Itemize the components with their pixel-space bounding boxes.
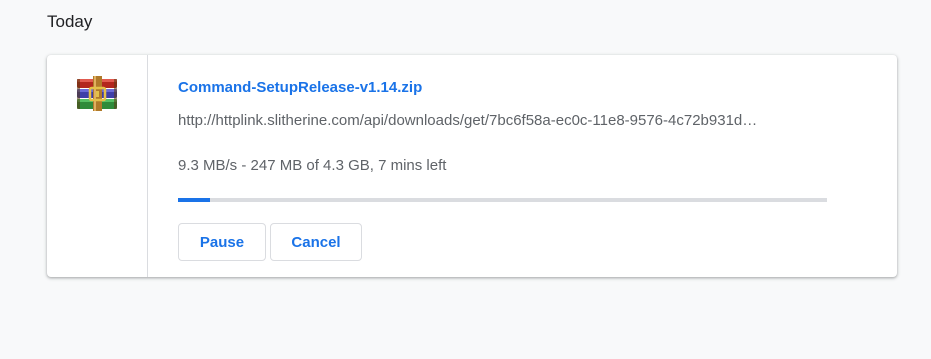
cancel-button[interactable]: Cancel xyxy=(270,223,362,261)
download-item-card: Command-SetupRelease-v1.14.zip http://ht… xyxy=(47,55,897,277)
download-details: Command-SetupRelease-v1.14.zip http://ht… xyxy=(178,55,897,277)
download-progress-fill xyxy=(178,198,211,202)
pause-button[interactable]: Pause xyxy=(178,223,266,261)
download-status-text: 9.3 MB/s - 247 MB of 4.3 GB, 7 mins left xyxy=(178,157,447,174)
source-url: http://httplink.slitherine.com/api/downl… xyxy=(178,112,758,129)
date-section-title: Today xyxy=(47,12,93,31)
download-progress-bar xyxy=(178,198,827,202)
file-name-link[interactable]: Command-SetupRelease-v1.14.zip xyxy=(178,79,422,96)
file-icon-column xyxy=(47,55,148,277)
winrar-archive-icon xyxy=(77,76,117,111)
